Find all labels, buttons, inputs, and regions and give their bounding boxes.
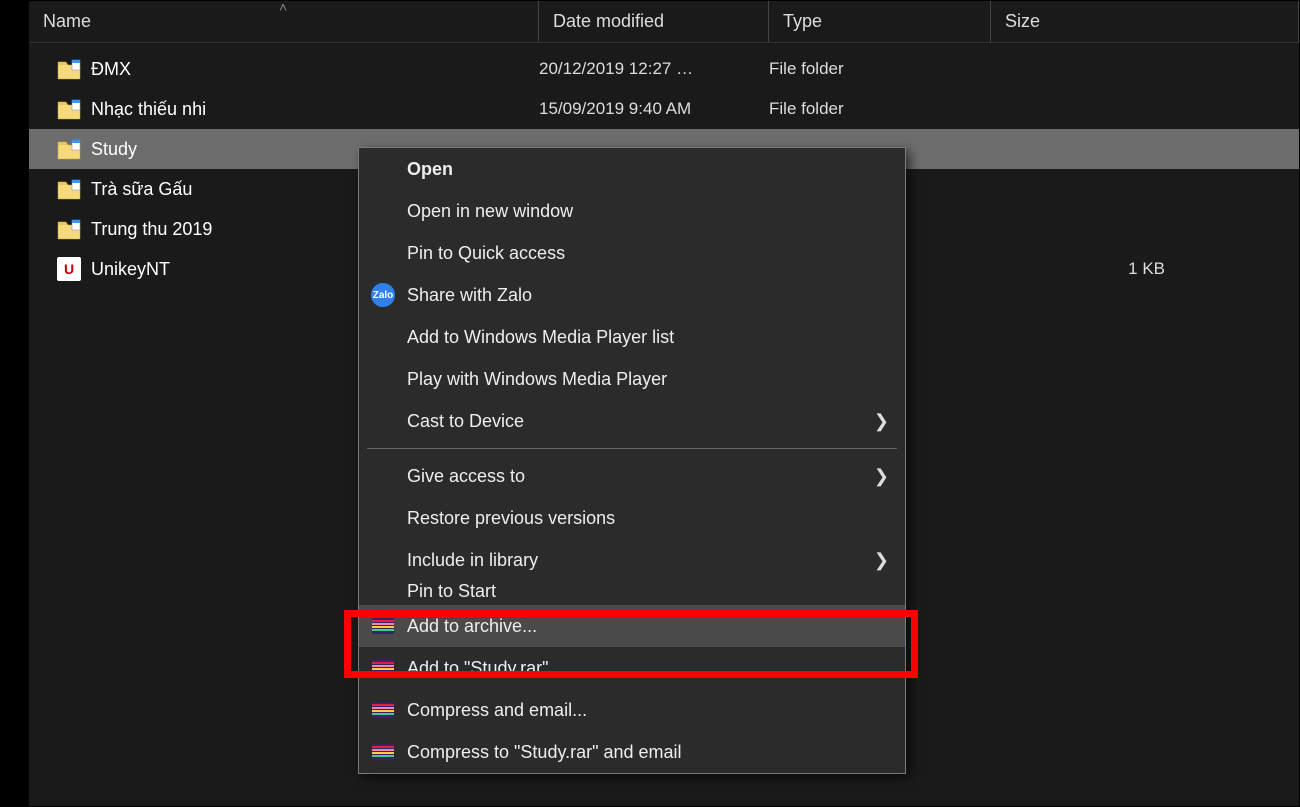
col-header-size[interactable]: Size xyxy=(991,1,1299,42)
context-menu-item[interactable]: Add to archive... xyxy=(359,605,905,647)
file-name: Nhạc thiếu nhi xyxy=(91,99,206,120)
context-menu-item[interactable]: Play with Windows Media Player xyxy=(359,358,905,400)
folder-icon xyxy=(57,178,81,200)
menu-label: Pin to Quick access xyxy=(407,243,565,264)
menu-label: Pin to Start xyxy=(407,581,496,602)
menu-label: Cast to Device xyxy=(407,411,524,432)
folder-icon xyxy=(57,98,81,120)
context-menu-item[interactable]: Restore previous versions xyxy=(359,497,905,539)
file-size: 1 KB xyxy=(991,259,1299,279)
file-name: Study xyxy=(91,139,137,160)
context-menu-item[interactable]: Open xyxy=(359,148,905,190)
menu-label: Open in new window xyxy=(407,201,573,222)
submenu-arrow-icon: ❯ xyxy=(874,466,889,487)
context-menu-item[interactable]: Compress and email... xyxy=(359,689,905,731)
file-name: Trung thu 2019 xyxy=(91,219,212,240)
context-menu-separator xyxy=(367,448,897,449)
file-date: 15/09/2019 9:40 AM xyxy=(539,99,769,119)
menu-label: Share with Zalo xyxy=(407,285,532,306)
col-header-date[interactable]: Date modified xyxy=(539,1,769,42)
menu-label: Include in library xyxy=(407,550,538,571)
menu-label: Add to archive... xyxy=(407,616,537,637)
app-icon: U xyxy=(57,257,81,281)
context-menu-item[interactable]: Add to Windows Media Player list xyxy=(359,316,905,358)
winrar-icon xyxy=(369,658,397,678)
file-name: ĐMX xyxy=(91,59,131,80)
context-menu-item[interactable]: Zalo Share with Zalo xyxy=(359,274,905,316)
context-menu-item[interactable]: Compress to "Study.rar" and email xyxy=(359,731,905,773)
menu-label: Open xyxy=(407,159,453,180)
context-menu-item[interactable]: Give access to ❯ xyxy=(359,455,905,497)
file-row[interactable]: Nhạc thiếu nhi 15/09/2019 9:40 AMFile fol… xyxy=(29,89,1299,129)
file-row[interactable]: ĐMX 20/12/2019 12:27 …File folder xyxy=(29,49,1299,89)
winrar-icon xyxy=(369,700,397,720)
folder-icon xyxy=(57,218,81,240)
menu-label: Play with Windows Media Player xyxy=(407,369,667,390)
folder-icon xyxy=(57,58,81,80)
file-name: Trà sữa Gấu xyxy=(91,179,192,200)
file-type: File folder xyxy=(769,59,991,79)
context-menu-item[interactable]: Pin to Quick access xyxy=(359,232,905,274)
menu-label: Give access to xyxy=(407,466,525,487)
menu-label: Add to Windows Media Player list xyxy=(407,327,674,348)
column-headers: ˄ Name Date modified Type Size xyxy=(29,1,1299,43)
file-date: 20/12/2019 12:27 … xyxy=(539,59,769,79)
winrar-icon xyxy=(369,742,397,762)
folder-icon xyxy=(57,138,81,160)
context-menu-item[interactable]: Cast to Device ❯ xyxy=(359,400,905,442)
menu-label: Compress to "Study.rar" and email xyxy=(407,742,682,763)
context-menu: Open Open in new window Pin to Quick acces… xyxy=(358,147,906,774)
context-menu-item-partial[interactable]: Pin to Start xyxy=(359,581,905,605)
file-type: File folder xyxy=(769,99,991,119)
submenu-arrow-icon: ❯ xyxy=(874,411,889,432)
context-menu-item[interactable]: Include in library ❯ xyxy=(359,539,905,581)
menu-label: Add to "Study.rar" xyxy=(407,658,549,679)
zalo-icon: Zalo xyxy=(369,283,397,307)
menu-label: Compress and email... xyxy=(407,700,587,721)
file-name: UnikeyNT xyxy=(91,259,170,280)
context-menu-item[interactable]: Add to "Study.rar" xyxy=(359,647,905,689)
context-menu-item[interactable]: Open in new window xyxy=(359,190,905,232)
winrar-icon xyxy=(369,616,397,636)
col-header-type[interactable]: Type xyxy=(769,1,991,42)
sort-indicator-icon: ˄ xyxy=(279,0,287,15)
menu-label: Restore previous versions xyxy=(407,508,615,529)
submenu-arrow-icon: ❯ xyxy=(874,550,889,571)
